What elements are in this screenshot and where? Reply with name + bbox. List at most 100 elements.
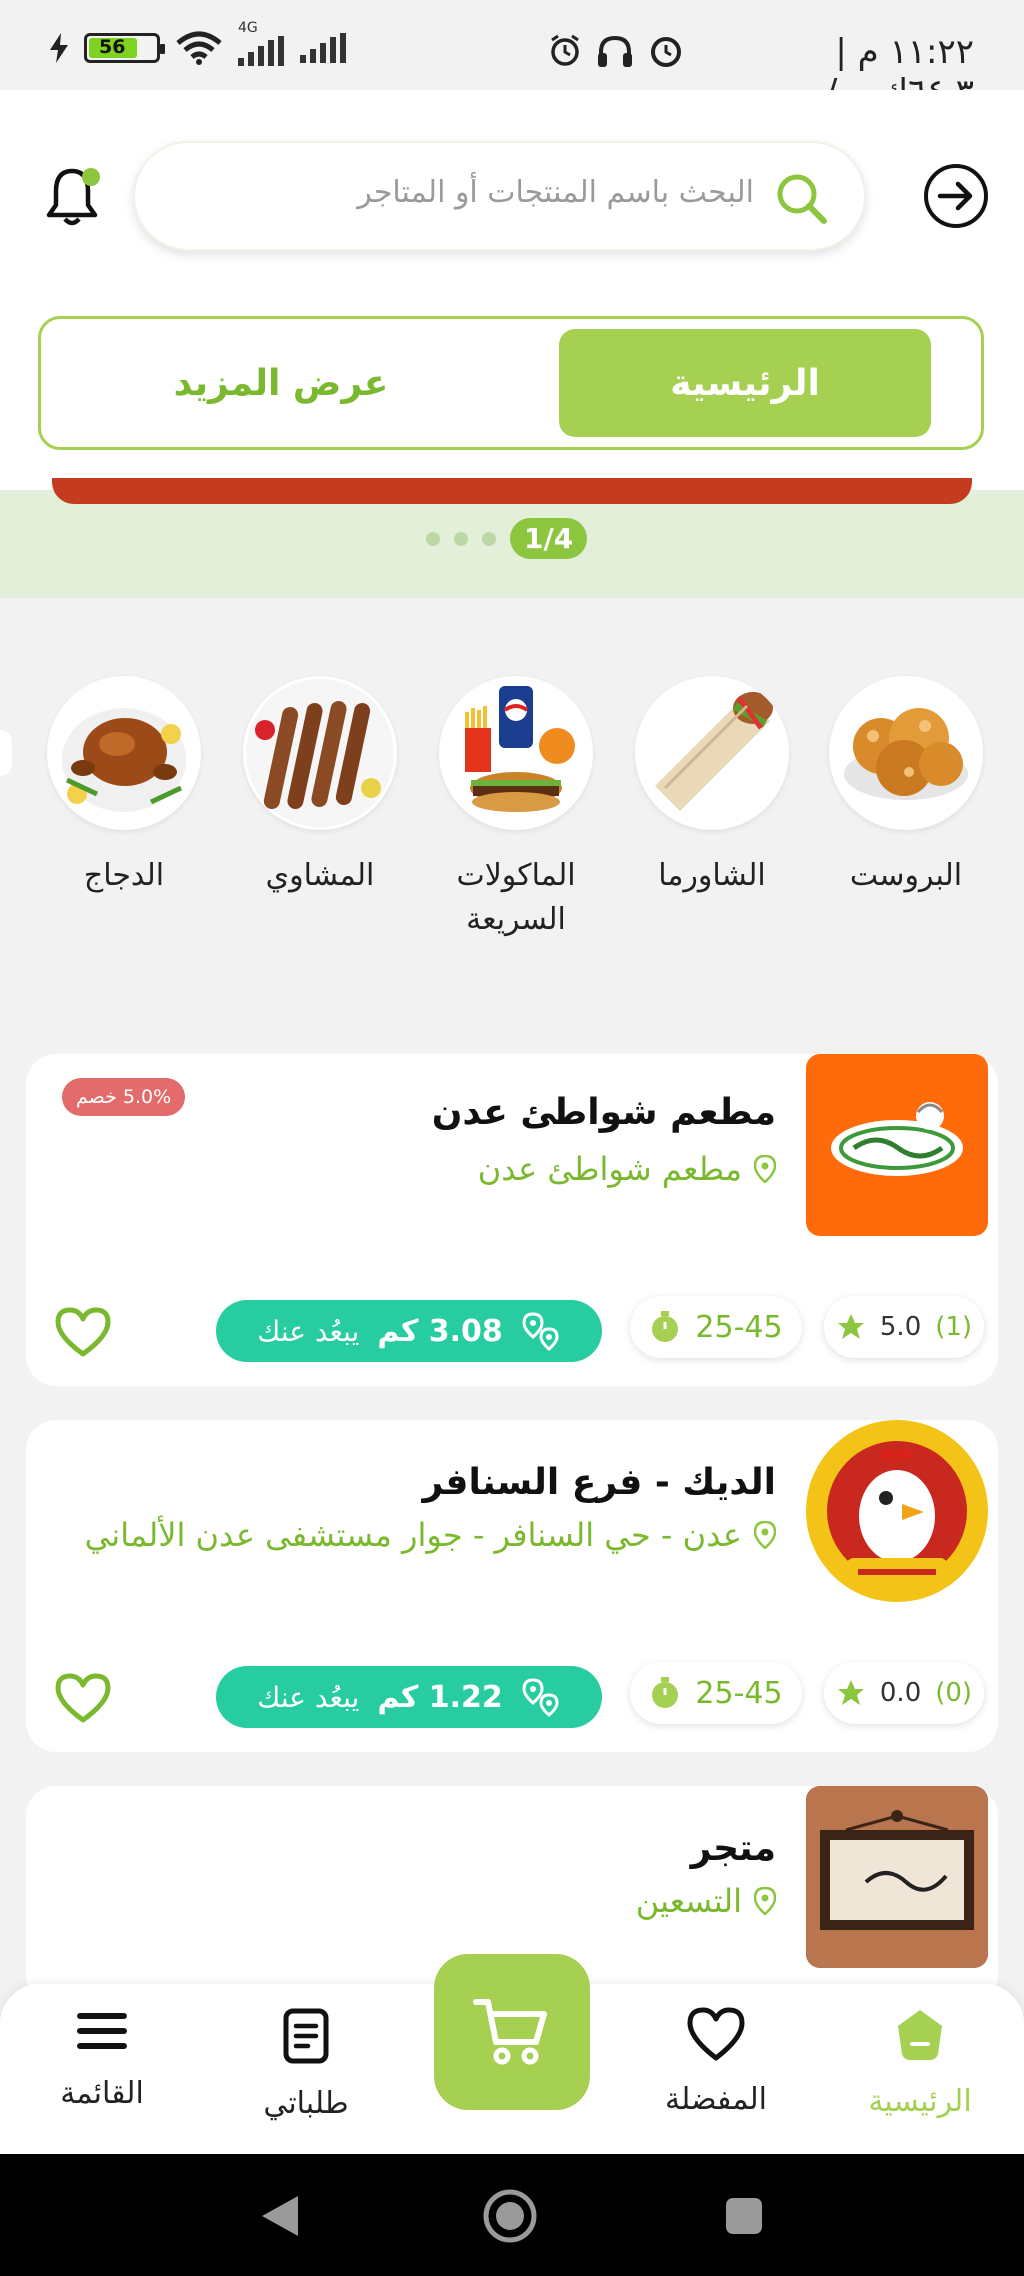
charging-icon (50, 33, 68, 63)
rating-pill: 5.0 (1) (824, 1296, 984, 1358)
nav-label: الرئيسية (868, 2084, 972, 2119)
stopwatch-icon (652, 1311, 679, 1342)
location-pin-icon (754, 1521, 776, 1549)
category-item-shawarma[interactable]: الشاورما (632, 676, 792, 898)
alarm-icon (551, 34, 579, 66)
forward-arrow-button[interactable] (924, 164, 988, 228)
nav-label: طلباتي (263, 2086, 349, 2121)
carousel-page-counter: 1/4 (510, 518, 588, 559)
cart-button[interactable] (434, 1954, 590, 2110)
arrow-right-icon (937, 181, 973, 211)
store-name: متجر (690, 1828, 776, 1869)
store-logo (806, 1420, 988, 1602)
distance-pill: 3.08 كم يبعُد عنك (216, 1300, 602, 1362)
store-address: مطعم شواطئ عدن (478, 1150, 776, 1188)
store-logo (806, 1786, 988, 1968)
store-card[interactable]: الديك - فرع السنافر عدن - حي السنافر - ج… (26, 1420, 998, 1752)
category-item-grills[interactable]: المشاوي (240, 676, 400, 898)
carousel-dot (454, 531, 468, 546)
battery-level: 56 (99, 36, 126, 58)
status-bar: 56 4G ١١:٢٢ م | ٦٤٫٣ك.ب/ث (0, 0, 1024, 152)
search-input[interactable]: البحث باسم المنتجات أو المتاجر (133, 141, 866, 251)
store-address-text: مطعم شواطئ عدن (477, 1150, 742, 1188)
category-label: البروست (849, 858, 963, 893)
carousel-dot (482, 531, 496, 546)
store-name: الديك - فرع السنافر (422, 1462, 776, 1503)
home-circle-icon[interactable] (482, 2188, 538, 2244)
rating-value: 5.0 (879, 1312, 922, 1342)
distance-label: يبعُد عنك (257, 1314, 360, 1348)
distance-label: يبعُد عنك (257, 1680, 360, 1714)
favorite-heart-icon[interactable] (54, 1306, 112, 1358)
shawarma-image (635, 676, 789, 830)
location-pin-icon (754, 1887, 776, 1915)
store-name: مطعم شواطئ عدن (431, 1092, 776, 1133)
back-icon[interactable] (258, 2192, 302, 2240)
status-right-icons (548, 34, 684, 68)
network-type: 4G (238, 20, 258, 36)
tab-home[interactable]: الرئيسية (559, 329, 931, 437)
stopwatch-icon (652, 1677, 679, 1708)
menu-icon (77, 2013, 127, 2049)
store-address-text: عدن - حي السنافر - جوار مستشفى عدن الألم… (84, 1516, 742, 1554)
store-address: التسعين (636, 1882, 776, 1920)
star-icon (837, 1314, 864, 1339)
delivery-time: 25-45 (695, 1675, 783, 1711)
category-partial[interactable] (0, 730, 12, 776)
nav-orders[interactable]: طلباتي (216, 2006, 396, 2121)
cellular-signal-icon (300, 33, 346, 63)
shopping-cart-icon (473, 1999, 547, 2065)
notification-dot (82, 168, 100, 186)
chicken-image (47, 676, 201, 830)
recents-icon[interactable] (722, 2194, 766, 2238)
grills-image (243, 676, 397, 830)
tab-show-more[interactable]: عرض المزيد (51, 329, 511, 437)
discount-badge: 5.0% خصم (62, 1078, 186, 1116)
favorite-heart-icon[interactable] (54, 1672, 112, 1724)
route-pin-icon (522, 1312, 559, 1351)
category-label: المشاوي (265, 858, 375, 893)
route-pin-icon (522, 1678, 559, 1717)
fast-food-image (439, 676, 593, 830)
rating-pill: 0.0 (0) (824, 1662, 984, 1724)
system-navigation-bar (0, 2154, 1024, 2276)
store-logo (806, 1054, 988, 1236)
category-label: الشاورما (658, 858, 766, 893)
delivery-time-pill: 25-45 (630, 1296, 802, 1358)
tab-switcher: الرئيسية عرض المزيد (38, 316, 984, 450)
store-address-text: التسعين (635, 1882, 742, 1920)
store-address: عدن - حي السنافر - جوار مستشفى عدن الألم… (85, 1516, 776, 1554)
alarm-clock-icon (651, 37, 681, 67)
nav-favorites[interactable]: المفضلة (626, 2006, 806, 2117)
distance-pill: 1.22 كم يبعُد عنك (216, 1666, 602, 1728)
wifi-icon (176, 31, 222, 65)
nav-label: القائمة (60, 2076, 144, 2111)
delivery-time-pill: 25-45 (630, 1662, 802, 1724)
distance-value: 3.08 كم (377, 1313, 503, 1349)
rating-value: 0.0 (879, 1678, 922, 1708)
nav-label: المفضلة (664, 2082, 768, 2117)
category-item-chicken[interactable]: الدجاج (44, 676, 204, 898)
search-icon[interactable] (772, 169, 830, 227)
category-label: الدجاج (83, 858, 165, 893)
banner-image[interactable] (52, 478, 972, 504)
carousel-dot (426, 531, 440, 546)
review-count: (1) (935, 1312, 973, 1342)
distance-value: 1.22 كم (377, 1679, 503, 1715)
heart-icon (687, 2007, 745, 2061)
broast-image (829, 676, 983, 830)
nav-home[interactable]: الرئيسية (830, 2006, 1010, 2119)
nav-menu[interactable]: القائمة (12, 2006, 192, 2111)
headphones-icon (598, 35, 632, 67)
carousel-indicator: 1/4 (426, 518, 588, 559)
location-pin-icon (754, 1155, 776, 1183)
star-icon (837, 1680, 864, 1705)
store-card[interactable]: مطعم شواطئ عدن مطعم شواطئ عدن 5.0% خصم 5… (26, 1054, 998, 1386)
orders-document-icon (283, 2008, 329, 2064)
status-left-icons: 56 4G (50, 20, 346, 66)
category-item-broast[interactable]: البروست (826, 676, 986, 898)
search-placeholder: البحث باسم المنتجات أو المتاجر (357, 175, 754, 210)
category-item-fast-food[interactable]: الماكولات السريعة (436, 676, 596, 942)
battery-icon: 56 (84, 33, 165, 63)
category-label: الماكولات السريعة (456, 858, 576, 937)
